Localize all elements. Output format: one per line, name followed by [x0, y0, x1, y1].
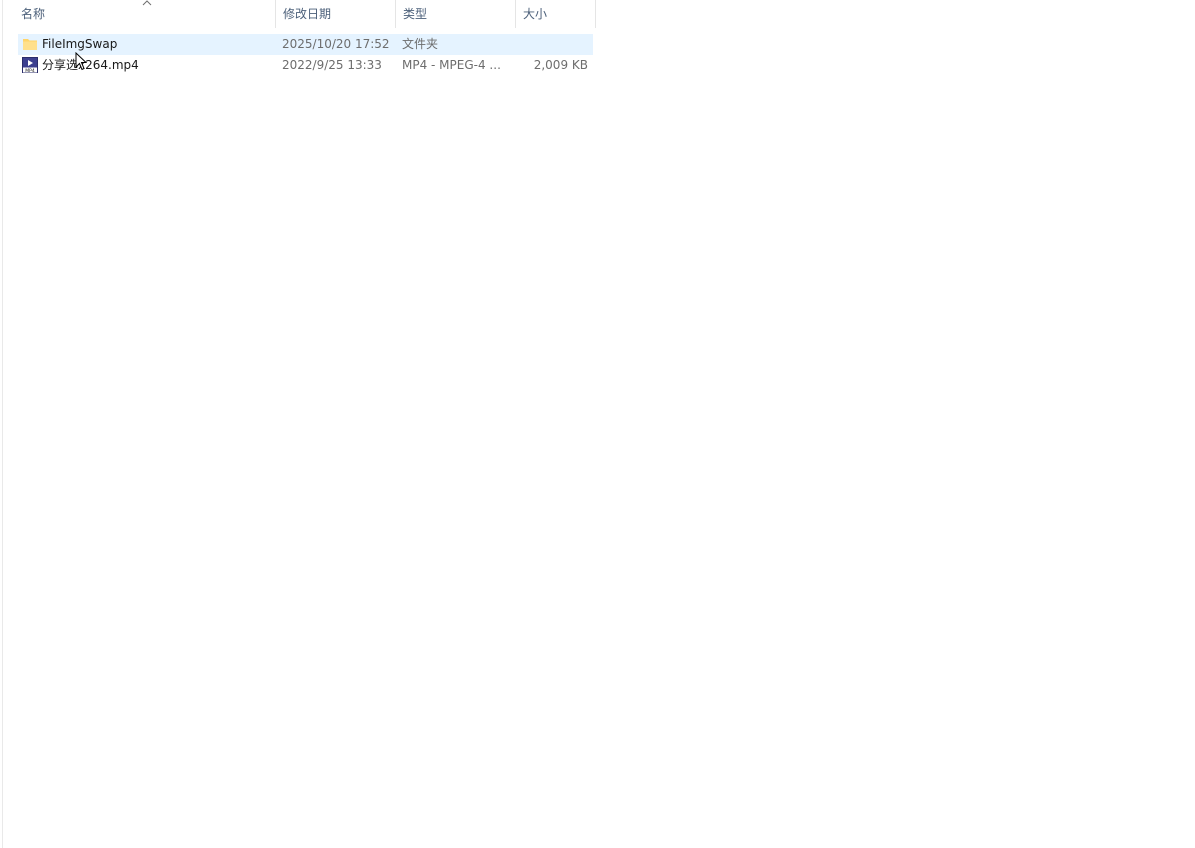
- file-type: 文件夹: [402, 37, 439, 51]
- file-row-mp4[interactable]: MP4 分享选x264.mp4 2022/9/25 13:33 MP4 - MP…: [18, 55, 593, 76]
- column-header-name[interactable]: 名称: [14, 0, 276, 28]
- column-header-type[interactable]: 类型: [396, 0, 516, 28]
- folder-icon: [22, 36, 38, 52]
- file-type: MP4 - MPEG-4 ...: [402, 58, 501, 72]
- column-header-date[interactable]: 修改日期: [276, 0, 396, 28]
- chevron-up-icon: [142, 0, 152, 8]
- mp4-file-icon: MP4: [22, 57, 38, 74]
- file-size: 2,009 KB: [533, 58, 588, 72]
- column-header-size[interactable]: 大小: [516, 0, 596, 28]
- file-date: 2022/9/25 13:33: [282, 58, 382, 72]
- file-row-fileimgswap[interactable]: FileImgSwap 2025/10/20 17:52 文件夹: [18, 34, 593, 55]
- column-header-type-label: 类型: [403, 7, 428, 21]
- svg-text:MP4: MP4: [25, 68, 35, 73]
- pane-left-border: [2, 0, 3, 848]
- file-date: 2025/10/20 17:52: [282, 37, 390, 51]
- file-name: 分享选x264.mp4: [42, 58, 139, 72]
- file-explorer-window: 名称 修改日期 类型 大小 FileImgSwap 2025/10/20 17:…: [0, 0, 1195, 848]
- column-header-name-label: 名称: [21, 7, 46, 21]
- column-header-bar: 名称 修改日期 类型 大小: [14, 0, 596, 28]
- mouse-pointer-icon: [75, 51, 88, 72]
- column-header-date-label: 修改日期: [283, 7, 332, 21]
- column-header-size-label: 大小: [523, 7, 548, 21]
